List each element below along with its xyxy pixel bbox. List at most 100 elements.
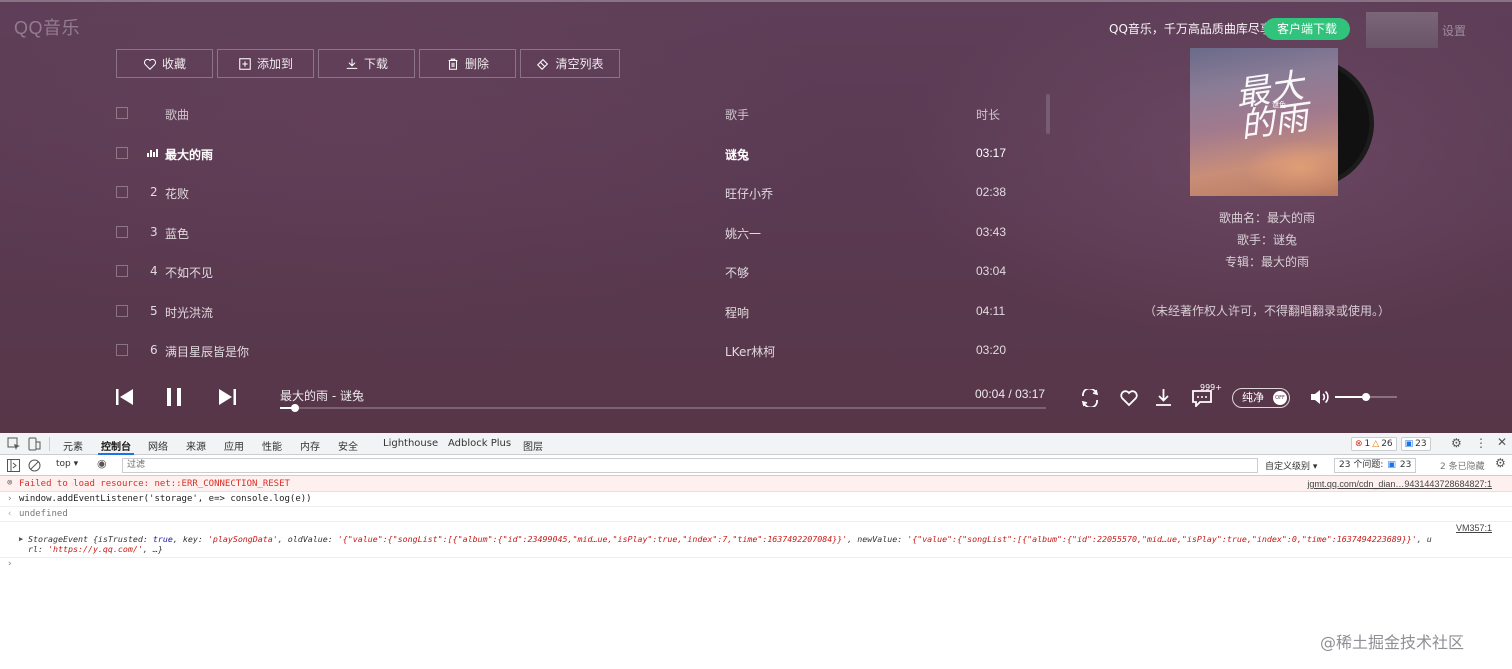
song-singer[interactable]: 旺仔小乔 xyxy=(725,185,773,202)
filter-input[interactable]: 过滤 xyxy=(122,458,1258,473)
next-icon[interactable] xyxy=(219,389,236,405)
song-checkbox[interactable] xyxy=(116,146,128,159)
song-row[interactable]: 6 满目星辰皆是你 LKer林柯 03:20 xyxy=(116,330,1046,370)
album-art: 最大的雨 谜兔 xyxy=(1190,48,1374,196)
vm-source-link[interactable]: VM357:1 xyxy=(1456,523,1492,533)
favorite-label: 收藏 xyxy=(161,57,186,71)
clear-list-button[interactable]: 清空列表 xyxy=(520,49,620,78)
info-album[interactable]: 专辑：最大的雨 xyxy=(1128,253,1406,270)
input-chevron-icon: › xyxy=(7,494,13,504)
console-error-line: ⊗ Failed to load resource: net::ERR_CONN… xyxy=(0,476,1512,492)
delete-button[interactable]: 删除 xyxy=(419,49,516,78)
volume-slider[interactable] xyxy=(1335,393,1397,401)
avatar[interactable] xyxy=(1366,12,1438,48)
progress-handle[interactable] xyxy=(291,404,300,412)
info-singer[interactable]: 歌手：谜兔 xyxy=(1128,231,1406,248)
now-playing-title: 最大的雨 - 谜兔 xyxy=(280,389,364,403)
clear-console-icon[interactable] xyxy=(28,459,41,472)
song-singer[interactable]: 不够 xyxy=(725,264,749,281)
playback-time: 00:04 / 03:17 xyxy=(975,387,1045,401)
tab-elements[interactable]: 元素 xyxy=(63,438,83,453)
volume-icon[interactable] xyxy=(1310,389,1331,405)
inspect-element-icon[interactable] xyxy=(7,437,21,451)
song-singer[interactable]: 谜兔 xyxy=(725,146,749,163)
error-count: 1 xyxy=(1364,439,1371,449)
issue-counters[interactable]: ⊗ 1 △ 26 ▣ 23 xyxy=(1351,437,1431,451)
song-title[interactable]: 满目星辰皆是你 xyxy=(165,343,249,360)
tab-layers[interactable]: 图层 xyxy=(523,438,543,453)
song-row[interactable]: 最大的雨 谜兔 03:17 xyxy=(116,133,1046,173)
song-title[interactable]: 时光洪流 xyxy=(165,304,213,321)
song-checkbox[interactable] xyxy=(116,186,128,198)
error-source-link[interactable]: jgmt.qq.com/cdn_dian…9431443728684827:1 xyxy=(1307,479,1492,489)
input-command: window.addEventListener('storage', e=> c… xyxy=(19,494,312,504)
tab-console[interactable]: 控制台 xyxy=(101,438,131,453)
tab-adblock-plus[interactable]: Adblock Plus xyxy=(448,438,511,449)
song-index: 4 xyxy=(150,264,158,278)
qq-music-logo[interactable]: QQ音乐 xyxy=(14,14,80,40)
expand-triangle-icon[interactable]: ▶ xyxy=(19,535,23,543)
previous-icon[interactable] xyxy=(116,389,133,405)
song-index: 6 xyxy=(150,343,158,357)
song-checkbox[interactable] xyxy=(116,265,128,277)
song-title[interactable]: 蓝色 xyxy=(165,225,189,242)
download-button[interactable]: 下载 xyxy=(318,49,415,78)
song-title[interactable]: 不如不见 xyxy=(165,264,213,281)
sidebar-toggle-icon[interactable] xyxy=(7,459,20,472)
song-singer[interactable]: 程响 xyxy=(725,304,749,321)
pure-mode-toggle[interactable]: 纯净 OFF xyxy=(1232,388,1290,408)
select-all-checkbox[interactable] xyxy=(116,107,128,119)
volume-handle[interactable] xyxy=(1362,393,1370,401)
song-row[interactable]: 3 蓝色 姚六一 03:43 xyxy=(116,212,1046,252)
more-menu-icon[interactable]: ⋮ xyxy=(1475,436,1487,450)
song-checkbox[interactable] xyxy=(116,344,128,356)
console-settings-gear-icon[interactable]: ⚙ xyxy=(1495,456,1506,470)
favorite-button[interactable]: 收藏 xyxy=(116,49,213,78)
song-singer[interactable]: 姚六一 xyxy=(725,225,761,242)
tab-application[interactable]: 应用 xyxy=(224,438,244,453)
song-duration: 03:20 xyxy=(976,343,1007,357)
console-prompt-line[interactable]: › xyxy=(0,558,1512,572)
tab-lighthouse[interactable]: Lighthouse xyxy=(383,438,438,449)
gear-icon[interactable]: ⚙ xyxy=(1451,436,1462,450)
song-checkbox[interactable] xyxy=(116,304,128,317)
event-key-label: , key: xyxy=(172,534,208,544)
download-icon[interactable] xyxy=(1154,388,1173,407)
song-list-scrollbar[interactable] xyxy=(1046,94,1050,134)
tab-network[interactable]: 网络 xyxy=(148,438,168,453)
settings-link[interactable]: 设置 xyxy=(1442,22,1466,39)
info-counter[interactable]: ▣ 23 xyxy=(1400,437,1431,451)
console-log-line: VM357:1 ▶ StorageEvent {isTrusted: true,… xyxy=(0,522,1512,558)
song-row[interactable]: 2 花败 旺仔小乔 02:38 xyxy=(116,172,1046,212)
log-level-select[interactable]: 自定义级别 ▾ xyxy=(1265,459,1317,472)
tab-security[interactable]: 安全 xyxy=(338,438,358,453)
song-row[interactable]: 5 时光洪流 程响 04:11 xyxy=(116,291,1046,331)
repeat-icon[interactable] xyxy=(1079,389,1101,407)
close-icon[interactable]: ✕ xyxy=(1497,435,1507,449)
progress-bar[interactable] xyxy=(280,404,1046,412)
comment-count-badge: 999+ xyxy=(1200,383,1222,392)
song-row[interactable]: 4 不如不见 不够 03:04 xyxy=(116,251,1046,291)
error-counter[interactable]: ⊗ 1 △ 26 xyxy=(1351,437,1397,451)
add-to-button[interactable]: 添加到 xyxy=(217,49,314,78)
song-checkbox[interactable] xyxy=(116,225,128,238)
song-title[interactable]: 花败 xyxy=(165,185,189,202)
download-icon xyxy=(346,58,358,69)
pause-icon[interactable] xyxy=(166,388,182,406)
tab-performance[interactable]: 性能 xyxy=(262,438,282,453)
song-singer[interactable]: LKer林柯 xyxy=(725,343,775,360)
download-client-button[interactable]: 客户端下载 xyxy=(1264,18,1350,40)
issues-button[interactable]: 23 个问题: ▣ 23 xyxy=(1334,458,1417,473)
tab-memory[interactable]: 内存 xyxy=(300,438,320,453)
total-time: 03:17 xyxy=(1015,387,1046,401)
eye-icon[interactable]: ◉ xyxy=(97,457,107,470)
clear-list-label: 清空列表 xyxy=(555,57,604,71)
song-index: 5 xyxy=(150,303,158,318)
heart-icon[interactable] xyxy=(1119,389,1139,407)
device-toolbar-icon[interactable] xyxy=(27,437,41,451)
tab-sources[interactable]: 来源 xyxy=(186,438,206,453)
storage-event-line[interactable]: StorageEvent {isTrusted: true, key: 'pla… xyxy=(28,534,1432,544)
eraser-icon xyxy=(537,58,549,70)
song-title[interactable]: 最大的雨 xyxy=(165,146,213,163)
context-selector[interactable]: top ▾ xyxy=(56,459,78,469)
